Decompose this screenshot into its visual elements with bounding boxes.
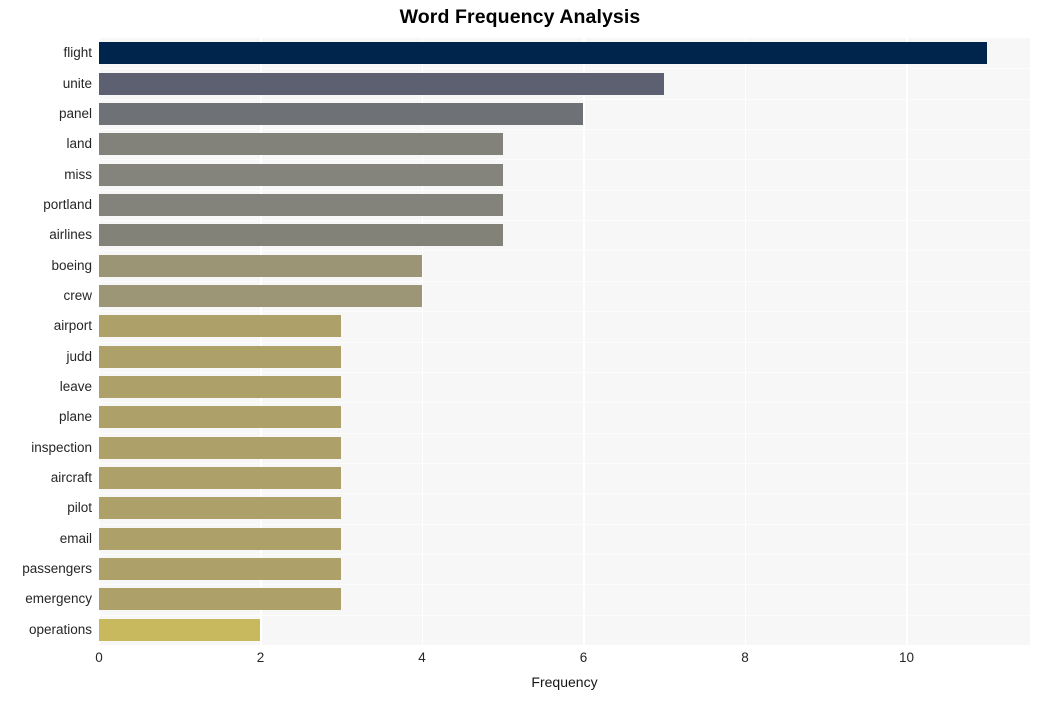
y-tick-label-email: email <box>59 530 92 546</box>
x-axis-label: Frequency <box>531 674 598 690</box>
bar-airlines <box>99 224 503 247</box>
bar-aircraft <box>99 467 342 490</box>
gridline-row <box>99 615 1030 616</box>
y-tick-label-miss: miss <box>64 166 92 182</box>
page-title: Word Frequency Analysis <box>399 6 641 28</box>
y-axis-tick-labels: flight unite panel land miss portland airlines… <box>0 38 92 645</box>
bar-portland <box>99 193 503 216</box>
x-tick-label-8: 8 <box>741 650 749 665</box>
bar-crew <box>99 284 422 307</box>
bar-passengers <box>99 558 342 581</box>
gridline-row <box>99 584 1030 585</box>
gridline-row <box>99 68 1030 69</box>
gridline-row <box>99 99 1030 100</box>
x-tick-label-6: 6 <box>579 650 588 665</box>
y-tick-label-crew: crew <box>63 287 92 303</box>
bar-leave <box>99 376 342 399</box>
bar-plane <box>99 406 342 429</box>
y-tick-label-judd: judd <box>66 348 92 364</box>
x-axis-tick-labels: 0 2 4 6 8 10 <box>0 650 1040 672</box>
y-tick-label-pilot: pilot <box>67 500 92 516</box>
y-tick-label-unite: unite <box>62 75 92 91</box>
y-tick-label-operations: operations <box>28 621 92 637</box>
bar-airport <box>99 315 342 338</box>
y-tick-label-boeing: boeing <box>51 257 92 273</box>
gridline-row <box>99 524 1030 525</box>
bar-boeing <box>99 254 422 277</box>
gridline-row <box>99 402 1030 403</box>
bar-flight <box>99 42 988 65</box>
gridline-row <box>99 250 1030 251</box>
y-tick-label-land: land <box>66 136 92 152</box>
bar-email <box>99 527 342 550</box>
bar-pilot <box>99 497 342 520</box>
bar-unite <box>99 72 665 95</box>
y-tick-label-panel: panel <box>58 105 92 121</box>
gridline-row <box>99 159 1030 160</box>
bar-panel <box>99 102 584 125</box>
y-tick-label-airport: airport <box>53 318 92 334</box>
y-tick-label-emergency: emergency <box>25 591 92 607</box>
gridline-row <box>99 129 1030 130</box>
bar-inspection <box>99 436 342 459</box>
y-tick-label-inspection: inspection <box>31 439 92 455</box>
bar-judd <box>99 345 342 368</box>
x-tick-label-10: 10 <box>898 650 914 665</box>
gridline-row <box>99 433 1030 434</box>
gridline-row <box>99 463 1030 464</box>
x-tick-label-0: 0 <box>95 650 103 665</box>
gridline-row <box>99 493 1030 494</box>
bar-emergency <box>99 588 342 611</box>
bar-miss <box>99 163 503 186</box>
plot-area <box>99 38 1030 645</box>
gridline-row <box>99 190 1030 191</box>
y-tick-label-passengers: passengers <box>22 561 92 577</box>
bar-land <box>99 133 503 156</box>
gridline-row <box>99 372 1030 373</box>
bar-operations <box>99 618 261 641</box>
y-tick-label-portland: portland <box>43 196 92 212</box>
y-tick-label-airlines: airlines <box>49 227 92 243</box>
x-tick-label-4: 4 <box>418 650 426 665</box>
gridline-row <box>99 281 1030 282</box>
gridline-row <box>99 554 1030 555</box>
y-tick-label-flight: flight <box>63 45 92 61</box>
gridline-row <box>99 311 1030 312</box>
chart-figure: Word Frequency Analysis flight unite panel… <box>0 0 1040 701</box>
gridline-row <box>99 220 1030 221</box>
gridline-row <box>99 342 1030 343</box>
y-tick-label-plane: plane <box>58 409 92 425</box>
y-tick-label-leave: leave <box>59 379 92 395</box>
y-tick-label-aircraft: aircraft <box>50 470 92 486</box>
x-tick-label-2: 2 <box>256 650 265 665</box>
